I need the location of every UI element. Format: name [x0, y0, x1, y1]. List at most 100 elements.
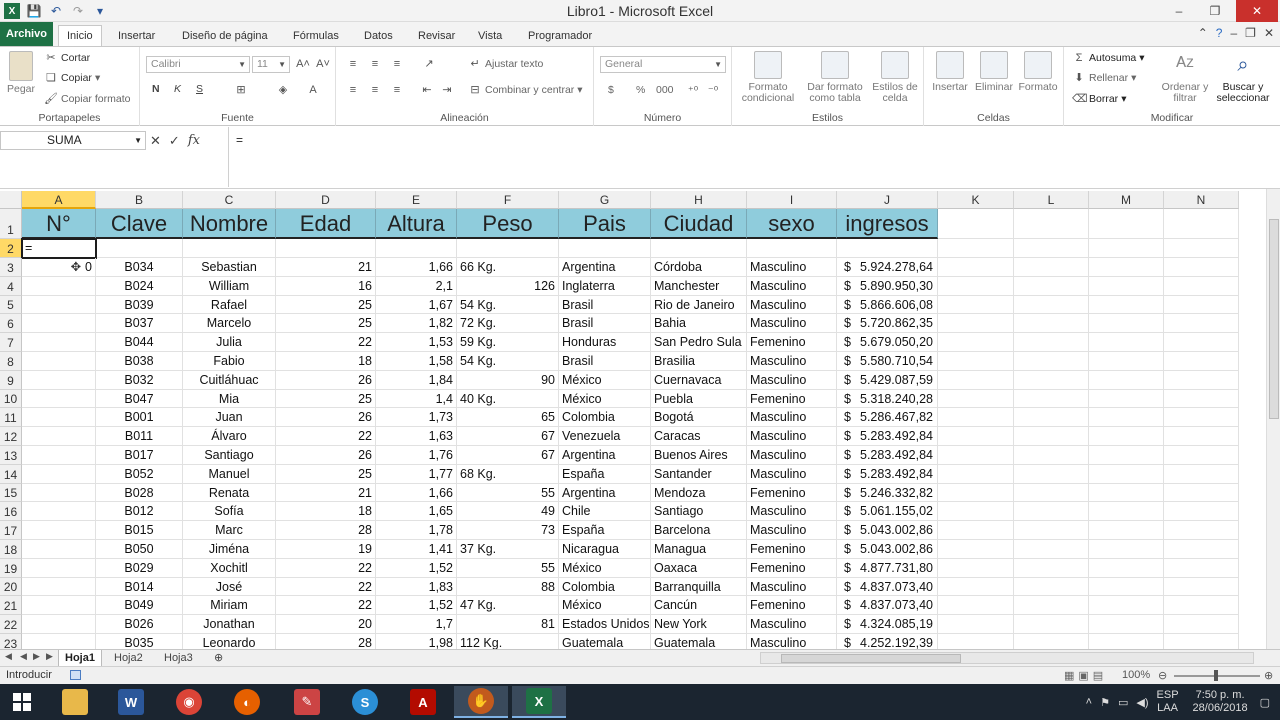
empty-cell[interactable] [1089, 333, 1164, 352]
cell-ciudad[interactable]: New York [651, 615, 747, 634]
cell-sexo[interactable]: Femenino [747, 540, 837, 559]
empty-cell[interactable] [1089, 521, 1164, 540]
cell-pais[interactable]: Chile [559, 502, 651, 522]
empty-cell[interactable] [1089, 352, 1164, 371]
taskbar-game[interactable]: ✋ [454, 686, 508, 718]
tab-diseno-pagina[interactable]: Diseño de página [174, 25, 276, 46]
italic-button[interactable]: K [174, 83, 181, 95]
cell-clave[interactable]: B034 [96, 258, 183, 277]
cell-ingresos[interactable]: $5.061.155,02 [837, 502, 938, 522]
cell-pais[interactable]: Argentina [559, 446, 651, 465]
cell-ciudad[interactable]: Puebla [651, 389, 747, 409]
empty-cell[interactable] [747, 239, 837, 258]
cell-sexo[interactable]: Masculino [747, 521, 837, 540]
delete-cells-button[interactable]: Eliminar [972, 51, 1016, 93]
empty-cell[interactable] [1164, 333, 1239, 352]
column-header-i[interactable]: I [747, 191, 837, 209]
empty-cell[interactable] [1164, 464, 1239, 484]
empty-cell[interactable] [1014, 239, 1089, 258]
empty-cell[interactable] [1089, 370, 1164, 390]
cell-ingresos[interactable]: $5.283.492,84 [837, 464, 938, 484]
row-header[interactable]: 7 [0, 333, 22, 352]
cell-altura[interactable]: 2,1 [376, 276, 457, 296]
cell-pais[interactable]: Inglaterra [559, 276, 651, 296]
empty-cell[interactable] [1164, 427, 1239, 446]
empty-cell[interactable] [1014, 352, 1089, 371]
empty-cell[interactable] [1089, 209, 1164, 239]
cell-altura[interactable]: 1,67 [376, 295, 457, 315]
table-header-cell[interactable]: Peso [457, 209, 559, 239]
empty-cell[interactable] [1014, 276, 1089, 296]
table-header-cell[interactable]: Ciudad [651, 209, 747, 239]
format-as-table-button[interactable]: Dar formato como tabla [804, 51, 866, 104]
empty-cell[interactable] [96, 239, 183, 258]
cell-clave[interactable]: B050 [96, 540, 183, 559]
cell-ciudad[interactable]: Caracas [651, 427, 747, 446]
empty-cell[interactable] [1089, 464, 1164, 484]
underline-button[interactable]: S [196, 83, 203, 95]
empty-cell[interactable] [1014, 615, 1089, 634]
cell-ingresos[interactable]: $5.924.278,64 [837, 258, 938, 277]
cell-sexo[interactable]: Masculino [747, 370, 837, 390]
cell-ingresos[interactable]: $4.837.073,40 [837, 577, 938, 597]
cell-peso[interactable]: 55 [457, 558, 559, 578]
flag-icon[interactable]: ⚑ [1100, 696, 1110, 709]
cell-pais[interactable]: España [559, 464, 651, 484]
empty-cell[interactable] [1014, 408, 1089, 428]
cell-altura[interactable]: 1,98 [376, 634, 457, 649]
cell-clave[interactable]: B032 [96, 370, 183, 390]
cell-nombre[interactable]: Álvaro [183, 427, 276, 446]
copy-button[interactable]: ❏ Copiar ▾ [44, 71, 100, 85]
empty-cell[interactable] [1164, 276, 1239, 296]
save-icon[interactable]: 💾 [26, 3, 42, 19]
empty-cell[interactable] [1014, 577, 1089, 597]
cell-sexo[interactable]: Masculino [747, 502, 837, 522]
cell-peso[interactable]: 81 [457, 615, 559, 634]
cell-altura[interactable]: 1,58 [376, 352, 457, 371]
table-header-cell[interactable]: Edad [276, 209, 376, 239]
empty-cell[interactable] [1164, 521, 1239, 540]
cell-altura[interactable]: 1,7 [376, 615, 457, 634]
empty-cell[interactable] [1014, 314, 1089, 334]
shrink-font-button[interactable]: A˅ [316, 57, 330, 71]
sheet-tab-hoja2[interactable]: Hoja2 [108, 650, 149, 666]
empty-cell[interactable] [1014, 540, 1089, 559]
cell-a[interactable] [22, 558, 96, 578]
cell-a[interactable] [22, 464, 96, 484]
cell-ingresos[interactable]: $4.324.085,19 [837, 615, 938, 634]
empty-cell[interactable] [651, 239, 747, 258]
cell-clave[interactable]: B024 [96, 276, 183, 296]
empty-cell[interactable] [1089, 577, 1164, 597]
cell-peso[interactable]: 55 [457, 483, 559, 503]
empty-cell[interactable] [938, 352, 1014, 371]
cell-sexo[interactable]: Masculino [747, 427, 837, 446]
empty-cell[interactable] [1014, 295, 1089, 315]
column-header-d[interactable]: D [276, 191, 376, 209]
cell-ingresos[interactable]: $4.252.192,39 [837, 634, 938, 649]
empty-cell[interactable] [1014, 370, 1089, 390]
table-header-cell[interactable]: Altura [376, 209, 457, 239]
cell-edad[interactable]: 28 [276, 634, 376, 649]
taskbar-excel[interactable]: X [512, 686, 566, 718]
cell-pais[interactable]: Honduras [559, 333, 651, 352]
cell-nombre[interactable]: Leonardo [183, 634, 276, 649]
row-header[interactable]: 12 [0, 427, 22, 446]
cell-peso[interactable]: 68 Kg. [457, 464, 559, 484]
empty-cell[interactable] [1164, 577, 1239, 597]
cell-peso[interactable]: 54 Kg. [457, 295, 559, 315]
cell-ciudad[interactable]: Córdoba [651, 258, 747, 277]
cell-peso[interactable]: 66 Kg. [457, 258, 559, 277]
cell-clave[interactable]: B047 [96, 389, 183, 409]
last-sheet-icon[interactable]: ▶ [46, 651, 53, 662]
taskbar-skype[interactable]: S [338, 686, 392, 718]
empty-cell[interactable] [938, 634, 1014, 649]
cell-ciudad[interactable]: Oaxaca [651, 558, 747, 578]
empty-cell[interactable] [1014, 634, 1089, 649]
empty-cell[interactable] [938, 314, 1014, 334]
row-header[interactable]: 11 [0, 408, 22, 428]
cell-sexo[interactable]: Femenino [747, 483, 837, 503]
column-header-k[interactable]: K [938, 191, 1014, 209]
cell-nombre[interactable]: José [183, 577, 276, 597]
empty-cell[interactable] [1014, 464, 1089, 484]
decrease-decimal-button[interactable]: ⁻⁰ [706, 84, 720, 98]
